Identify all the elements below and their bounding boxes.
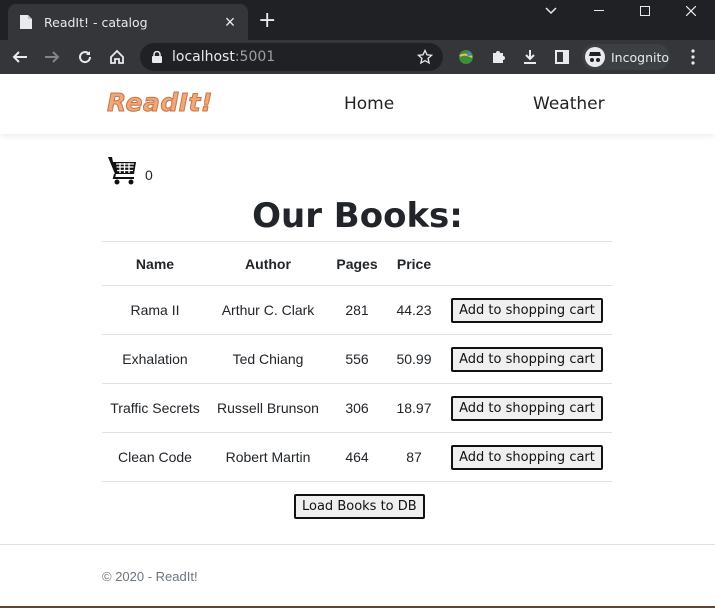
url-host: localhost bbox=[172, 49, 235, 65]
table-row: Clean Code Robert Martin 464 87 Add to s… bbox=[102, 432, 612, 482]
book-pages: 281 bbox=[328, 285, 386, 335]
new-tab-icon[interactable]: + bbox=[258, 10, 276, 32]
tab-close-icon[interactable]: × bbox=[218, 13, 242, 31]
page-title: Our Books: bbox=[252, 196, 463, 236]
extension-globe-icon[interactable] bbox=[454, 45, 478, 69]
table-header-row: Name Author Pages Price bbox=[102, 241, 612, 286]
lock-icon[interactable] bbox=[152, 51, 162, 63]
add-to-cart-button[interactable]: Add to shopping cart bbox=[451, 297, 603, 323]
forward-icon[interactable] bbox=[40, 45, 64, 69]
shopping-cart[interactable]: 0 bbox=[107, 154, 153, 186]
browser-toolbar: localhost :5001 Incognito bbox=[0, 40, 715, 74]
book-name: Clean Code bbox=[102, 432, 208, 482]
book-author: Russell Brunson bbox=[208, 383, 328, 433]
nav-link-weather[interactable]: Weather bbox=[533, 94, 605, 114]
browser-menu-icon[interactable] bbox=[681, 45, 705, 69]
incognito-icon bbox=[585, 47, 605, 67]
add-to-cart-button[interactable]: Add to shopping cart bbox=[451, 444, 603, 470]
browser-tab[interactable]: ReadIt! - catalog × bbox=[8, 4, 248, 40]
site-navbar: ReadIt! Home Weather bbox=[0, 74, 715, 134]
add-to-cart-button[interactable]: Add to shopping cart bbox=[451, 395, 603, 421]
add-to-cart-button[interactable]: Add to shopping cart bbox=[451, 346, 603, 372]
load-books-button[interactable]: Load Books to DB bbox=[294, 494, 425, 519]
book-name: Rama II bbox=[102, 285, 208, 335]
footer-copyright: © 2020 - ReadIt! bbox=[102, 569, 198, 584]
incognito-label: Incognito bbox=[611, 49, 670, 65]
nav-link-home[interactable]: Home bbox=[344, 94, 394, 114]
incognito-profile-button[interactable]: Incognito bbox=[582, 44, 670, 70]
book-price: 50.99 bbox=[386, 334, 442, 384]
book-pages: 306 bbox=[328, 383, 386, 433]
column-header-name: Name bbox=[102, 241, 208, 286]
book-price: 87 bbox=[386, 432, 442, 482]
cart-count: 0 bbox=[145, 167, 153, 183]
page-content: ReadIt! Home Weather 0 Our Books: Name A… bbox=[0, 74, 715, 606]
table-row: Exhalation Ted Chiang 556 50.99 Add to s… bbox=[102, 334, 612, 384]
download-icon[interactable] bbox=[518, 45, 542, 69]
column-header-pages: Pages bbox=[328, 241, 386, 286]
home-icon[interactable] bbox=[105, 45, 129, 69]
footer-divider bbox=[0, 544, 715, 545]
maximize-icon[interactable] bbox=[622, 0, 668, 22]
site-logo[interactable]: ReadIt! bbox=[107, 88, 213, 118]
column-header-author: Author bbox=[208, 241, 328, 286]
bookmark-star-icon[interactable] bbox=[417, 49, 433, 65]
column-header-action bbox=[442, 241, 612, 286]
side-panel-icon[interactable] bbox=[550, 45, 574, 69]
book-name: Exhalation bbox=[102, 334, 208, 384]
tab-search-chevron-icon[interactable] bbox=[528, 0, 574, 22]
reload-icon[interactable] bbox=[73, 45, 97, 69]
books-table: Name Author Pages Price Rama II Arthur C… bbox=[102, 241, 612, 482]
tab-title: ReadIt! - catalog bbox=[44, 14, 148, 30]
book-pages: 464 bbox=[328, 432, 386, 482]
minimize-icon[interactable] bbox=[576, 0, 622, 22]
table-row: Rama II Arthur C. Clark 281 44.23 Add to… bbox=[102, 285, 612, 335]
extensions-puzzle-icon[interactable] bbox=[486, 45, 510, 69]
book-price: 18.97 bbox=[386, 383, 442, 433]
book-name: Traffic Secrets bbox=[102, 383, 208, 433]
table-row: Traffic Secrets Russell Brunson 306 18.9… bbox=[102, 383, 612, 433]
page-favicon-icon bbox=[18, 14, 34, 30]
browser-titlebar: ReadIt! - catalog × + bbox=[0, 0, 715, 40]
column-header-price: Price bbox=[386, 241, 442, 286]
book-pages: 556 bbox=[328, 334, 386, 384]
url-port: :5001 bbox=[234, 49, 276, 65]
book-price: 44.23 bbox=[386, 285, 442, 335]
address-bar[interactable]: localhost :5001 bbox=[140, 43, 443, 71]
shopping-cart-icon[interactable] bbox=[107, 154, 139, 186]
book-author: Ted Chiang bbox=[208, 334, 328, 384]
book-author: Robert Martin bbox=[208, 432, 328, 482]
back-icon[interactable] bbox=[8, 45, 32, 69]
book-author: Arthur C. Clark bbox=[208, 285, 328, 335]
close-window-icon[interactable] bbox=[668, 0, 714, 22]
